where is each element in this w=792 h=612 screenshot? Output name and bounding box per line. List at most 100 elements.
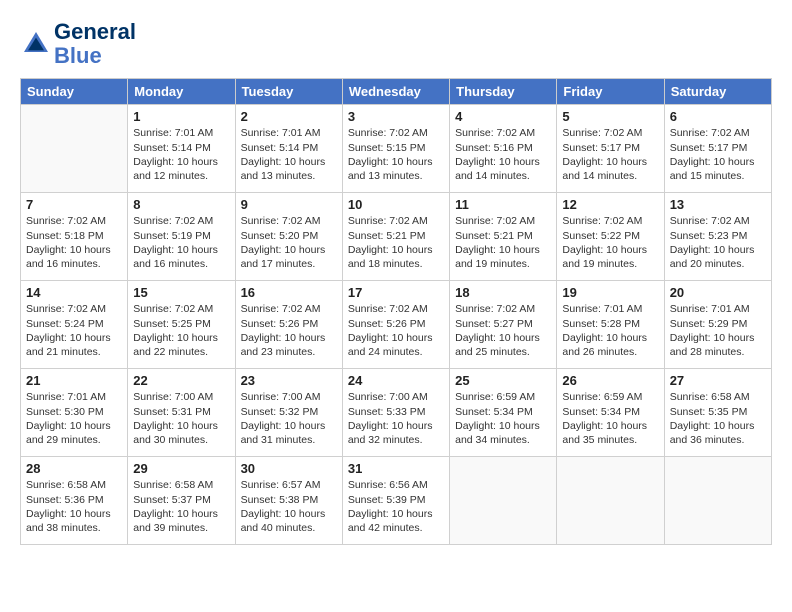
day-info: Sunrise: 7:01 AM Sunset: 5:29 PM Dayligh… xyxy=(670,302,766,359)
day-number: 13 xyxy=(670,197,766,212)
calendar-cell: 4Sunrise: 7:02 AM Sunset: 5:16 PM Daylig… xyxy=(450,105,557,193)
week-row-1: 1 Sunrise: 7:01 AM Sunset: 5:14 PM Daylig… xyxy=(21,105,772,193)
calendar-cell: 7 Sunrise: 7:02 AM Sunset: 5:18 PM Daylig… xyxy=(21,193,128,281)
day-info: Sunrise: 7:02 AM Sunset: 5:26 PM Dayligh… xyxy=(241,302,337,359)
calendar-cell: 17 Sunrise: 7:02 AM Sunset: 5:26 PM Dayli… xyxy=(342,281,449,369)
day-info: Sunrise: 7:01 AM Sunset: 5:14 PM Dayligh… xyxy=(133,126,229,183)
weekday-header-row: SundayMondayTuesdayWednesdayThursdayFrid… xyxy=(21,79,772,105)
calendar-cell: 25 Sunrise: 6:59 AM Sunset: 5:34 PM Dayli… xyxy=(450,369,557,457)
day-number: 12 xyxy=(562,197,658,212)
day-number: 1 xyxy=(133,109,229,124)
day-info: Sunrise: 6:56 AM Sunset: 5:39 PM Dayligh… xyxy=(348,478,444,535)
calendar-cell: 27 Sunrise: 6:58 AM Sunset: 5:35 PM Dayli… xyxy=(664,369,771,457)
day-info: Sunrise: 6:58 AM Sunset: 5:36 PM Dayligh… xyxy=(26,478,122,535)
calendar-table: SundayMondayTuesdayWednesdayThursdayFrid… xyxy=(20,78,772,545)
day-number: 24 xyxy=(348,373,444,388)
week-row-4: 21 Sunrise: 7:01 AM Sunset: 5:30 PM Dayli… xyxy=(21,369,772,457)
day-info: Sunrise: 7:01 AM Sunset: 5:30 PM Dayligh… xyxy=(26,390,122,447)
day-info: Sunrise: 7:02 AM Sunset: 5:20 PM Dayligh… xyxy=(241,214,337,271)
day-info: Sunrise: 7:00 AM Sunset: 5:33 PM Dayligh… xyxy=(348,390,444,447)
calendar-cell: 13 Sunrise: 7:02 AM Sunset: 5:23 PM Dayli… xyxy=(664,193,771,281)
calendar-cell: 14 Sunrise: 7:02 AM Sunset: 5:24 PM Dayli… xyxy=(21,281,128,369)
calendar-cell: 24 Sunrise: 7:00 AM Sunset: 5:33 PM Dayli… xyxy=(342,369,449,457)
day-number: 21 xyxy=(26,373,122,388)
calendar-cell xyxy=(21,105,128,193)
day-number: 25 xyxy=(455,373,551,388)
day-info: Sunrise: 7:02 AM Sunset: 5:17 PM Dayligh… xyxy=(670,126,766,183)
weekday-header-friday: Friday xyxy=(557,79,664,105)
weekday-header-wednesday: Wednesday xyxy=(342,79,449,105)
day-info: Sunrise: 7:02 AM Sunset: 5:21 PM Dayligh… xyxy=(455,214,551,271)
day-number: 16 xyxy=(241,285,337,300)
calendar-cell: 12 Sunrise: 7:02 AM Sunset: 5:22 PM Dayli… xyxy=(557,193,664,281)
day-number: 20 xyxy=(670,285,766,300)
logo-icon xyxy=(20,28,52,60)
calendar-cell xyxy=(664,457,771,545)
calendar-cell: 16 Sunrise: 7:02 AM Sunset: 5:26 PM Dayli… xyxy=(235,281,342,369)
calendar-cell: 23 Sunrise: 7:00 AM Sunset: 5:32 PM Dayli… xyxy=(235,369,342,457)
day-info: Sunrise: 7:00 AM Sunset: 5:32 PM Dayligh… xyxy=(241,390,337,447)
day-number: 26 xyxy=(562,373,658,388)
calendar-cell: 6Sunrise: 7:02 AM Sunset: 5:17 PM Daylig… xyxy=(664,105,771,193)
day-info: Sunrise: 7:02 AM Sunset: 5:27 PM Dayligh… xyxy=(455,302,551,359)
weekday-header-thursday: Thursday xyxy=(450,79,557,105)
calendar-cell: 28 Sunrise: 6:58 AM Sunset: 5:36 PM Dayli… xyxy=(21,457,128,545)
day-info: Sunrise: 6:59 AM Sunset: 5:34 PM Dayligh… xyxy=(562,390,658,447)
day-number: 28 xyxy=(26,461,122,476)
day-number: 11 xyxy=(455,197,551,212)
day-info: Sunrise: 7:02 AM Sunset: 5:22 PM Dayligh… xyxy=(562,214,658,271)
day-number: 14 xyxy=(26,285,122,300)
weekday-header-sunday: Sunday xyxy=(21,79,128,105)
logo: General Blue xyxy=(20,20,136,68)
day-info: Sunrise: 7:02 AM Sunset: 5:17 PM Dayligh… xyxy=(562,126,658,183)
day-number: 22 xyxy=(133,373,229,388)
day-number: 29 xyxy=(133,461,229,476)
day-number: 8 xyxy=(133,197,229,212)
logo-text: General Blue xyxy=(54,20,136,68)
calendar-cell xyxy=(557,457,664,545)
day-info: Sunrise: 7:02 AM Sunset: 5:24 PM Dayligh… xyxy=(26,302,122,359)
day-number: 31 xyxy=(348,461,444,476)
day-number: 17 xyxy=(348,285,444,300)
calendar-cell: 11 Sunrise: 7:02 AM Sunset: 5:21 PM Dayli… xyxy=(450,193,557,281)
day-info: Sunrise: 7:02 AM Sunset: 5:23 PM Dayligh… xyxy=(670,214,766,271)
day-number: 5 xyxy=(562,109,658,124)
calendar-cell: 31 Sunrise: 6:56 AM Sunset: 5:39 PM Dayli… xyxy=(342,457,449,545)
calendar-cell: 10Sunrise: 7:02 AM Sunset: 5:21 PM Dayli… xyxy=(342,193,449,281)
day-info: Sunrise: 7:02 AM Sunset: 5:26 PM Dayligh… xyxy=(348,302,444,359)
day-number: 18 xyxy=(455,285,551,300)
calendar-cell: 30 Sunrise: 6:57 AM Sunset: 5:38 PM Dayli… xyxy=(235,457,342,545)
calendar-cell xyxy=(450,457,557,545)
calendar-cell: 3Sunrise: 7:02 AM Sunset: 5:15 PM Daylig… xyxy=(342,105,449,193)
weekday-header-saturday: Saturday xyxy=(664,79,771,105)
day-info: Sunrise: 7:02 AM Sunset: 5:19 PM Dayligh… xyxy=(133,214,229,271)
day-info: Sunrise: 7:02 AM Sunset: 5:25 PM Dayligh… xyxy=(133,302,229,359)
day-number: 3 xyxy=(348,109,444,124)
week-row-3: 14 Sunrise: 7:02 AM Sunset: 5:24 PM Dayli… xyxy=(21,281,772,369)
calendar-cell: 15Sunrise: 7:02 AM Sunset: 5:25 PM Dayli… xyxy=(128,281,235,369)
day-info: Sunrise: 6:59 AM Sunset: 5:34 PM Dayligh… xyxy=(455,390,551,447)
day-number: 23 xyxy=(241,373,337,388)
calendar-cell: 26 Sunrise: 6:59 AM Sunset: 5:34 PM Dayli… xyxy=(557,369,664,457)
day-info: Sunrise: 6:57 AM Sunset: 5:38 PM Dayligh… xyxy=(241,478,337,535)
calendar-cell: 29 Sunrise: 6:58 AM Sunset: 5:37 PM Dayli… xyxy=(128,457,235,545)
day-info: Sunrise: 7:02 AM Sunset: 5:18 PM Dayligh… xyxy=(26,214,122,271)
calendar-cell: 20 Sunrise: 7:01 AM Sunset: 5:29 PM Dayli… xyxy=(664,281,771,369)
day-number: 30 xyxy=(241,461,337,476)
day-number: 2 xyxy=(241,109,337,124)
day-number: 7 xyxy=(26,197,122,212)
day-number: 27 xyxy=(670,373,766,388)
calendar-cell: 22 Sunrise: 7:00 AM Sunset: 5:31 PM Dayli… xyxy=(128,369,235,457)
day-number: 4 xyxy=(455,109,551,124)
day-info: Sunrise: 7:00 AM Sunset: 5:31 PM Dayligh… xyxy=(133,390,229,447)
calendar-cell: 19Sunrise: 7:01 AM Sunset: 5:28 PM Dayli… xyxy=(557,281,664,369)
weekday-header-tuesday: Tuesday xyxy=(235,79,342,105)
day-info: Sunrise: 7:01 AM Sunset: 5:28 PM Dayligh… xyxy=(562,302,658,359)
day-info: Sunrise: 6:58 AM Sunset: 5:35 PM Dayligh… xyxy=(670,390,766,447)
day-number: 9 xyxy=(241,197,337,212)
day-info: Sunrise: 7:01 AM Sunset: 5:14 PM Dayligh… xyxy=(241,126,337,183)
day-info: Sunrise: 6:58 AM Sunset: 5:37 PM Dayligh… xyxy=(133,478,229,535)
day-info: Sunrise: 7:02 AM Sunset: 5:21 PM Dayligh… xyxy=(348,214,444,271)
week-row-2: 7 Sunrise: 7:02 AM Sunset: 5:18 PM Daylig… xyxy=(21,193,772,281)
calendar-cell: 1 Sunrise: 7:01 AM Sunset: 5:14 PM Daylig… xyxy=(128,105,235,193)
